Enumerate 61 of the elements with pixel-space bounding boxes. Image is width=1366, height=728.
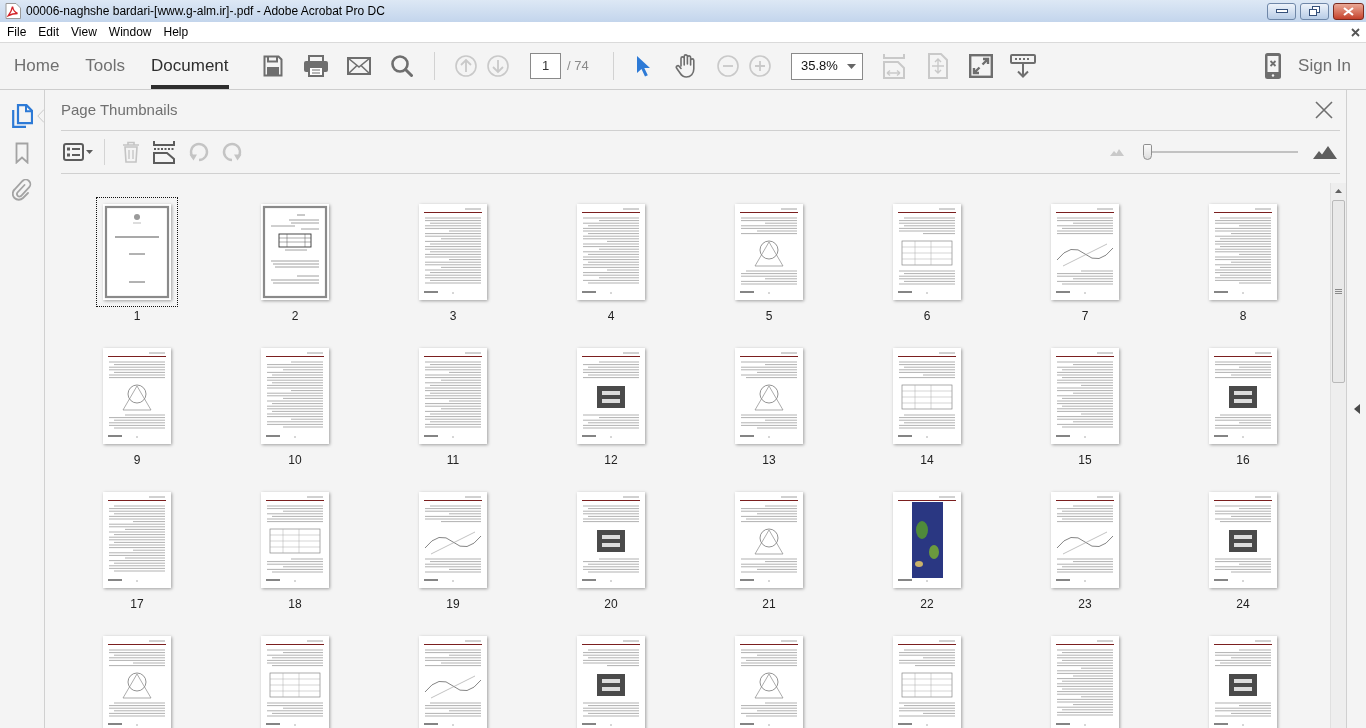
phone-icon xyxy=(1265,53,1282,79)
menu-item[interactable]: Window xyxy=(102,23,158,41)
page-number: 1 xyxy=(133,308,141,324)
caret-icon xyxy=(847,63,856,69)
slider-track[interactable] xyxy=(1143,144,1298,160)
scrollbar-thumb[interactable] xyxy=(1332,200,1345,383)
page-number: 17 xyxy=(130,596,144,612)
toolbar-tab[interactable]: Tools xyxy=(85,43,126,89)
page-number-field[interactable]: 1 xyxy=(530,53,561,79)
page-number: 19 xyxy=(446,596,460,612)
page-number: 12 xyxy=(604,452,618,468)
page-number: 14 xyxy=(920,452,934,468)
minimize-icon xyxy=(1275,9,1288,13)
page-number: 10 xyxy=(288,452,302,468)
minimize-button[interactable] xyxy=(1267,2,1296,20)
page-number: 22 xyxy=(920,596,934,612)
window-title: 00006-naghshe bardari-[www.g-alm.ir]-.pdf - Adobe Acrobat Pro DC xyxy=(26,3,385,20)
menu-item[interactable]: View xyxy=(65,23,103,41)
toolbar-tab[interactable]: Home xyxy=(14,43,60,89)
close-icon xyxy=(1315,101,1333,119)
mobile-link-button[interactable] xyxy=(1265,50,1282,82)
page-number: 23 xyxy=(1078,596,1092,612)
restore-icon xyxy=(1309,6,1320,16)
page-number: 21 xyxy=(762,596,776,612)
toolbar-tab[interactable]: Document xyxy=(151,43,229,89)
page-thumbnail[interactable] xyxy=(96,197,178,307)
close-button[interactable] xyxy=(1333,2,1364,20)
caret-left-icon xyxy=(1353,404,1360,414)
menu-item[interactable]: Edit xyxy=(32,23,66,41)
page-number: 3 xyxy=(449,308,457,324)
pdf-file-icon xyxy=(5,3,21,19)
caret-up-icon xyxy=(1335,189,1342,193)
page-number: 5 xyxy=(765,308,773,324)
page-number: 24 xyxy=(1236,596,1250,612)
close-document-button[interactable] xyxy=(1350,27,1360,37)
page-number: 18 xyxy=(288,596,302,612)
menu-item[interactable]: File xyxy=(1,23,33,41)
sign-in-button[interactable]: Sign In xyxy=(1298,53,1351,79)
close-panel-button[interactable] xyxy=(1315,101,1333,119)
page-count: / 74 xyxy=(567,57,590,76)
page-number: 16 xyxy=(1236,452,1250,468)
page-number: 2 xyxy=(291,308,299,324)
page-number: 4 xyxy=(607,308,615,324)
page-number: 6 xyxy=(923,308,931,324)
grip-icon xyxy=(1335,289,1342,294)
page-number: 7 xyxy=(1081,308,1089,324)
large-mountains-icon xyxy=(1313,145,1337,159)
close-icon xyxy=(1343,6,1354,16)
slider-thumb[interactable] xyxy=(1143,144,1152,160)
menu-item[interactable]: Help xyxy=(157,23,195,41)
page-number: 9 xyxy=(133,452,141,468)
panel-title: Page Thumbnails xyxy=(61,99,178,120)
zoom-field[interactable]: 35.8% xyxy=(791,52,863,80)
page-number: 8 xyxy=(1239,308,1247,324)
page-number: 20 xyxy=(604,596,618,612)
small-mountain-icon xyxy=(1110,148,1124,156)
page-number: 11 xyxy=(446,452,460,468)
close-icon xyxy=(1350,27,1360,37)
page-number: 13 xyxy=(762,452,776,468)
restore-button[interactable] xyxy=(1300,2,1329,20)
page-number: 15 xyxy=(1078,452,1092,468)
